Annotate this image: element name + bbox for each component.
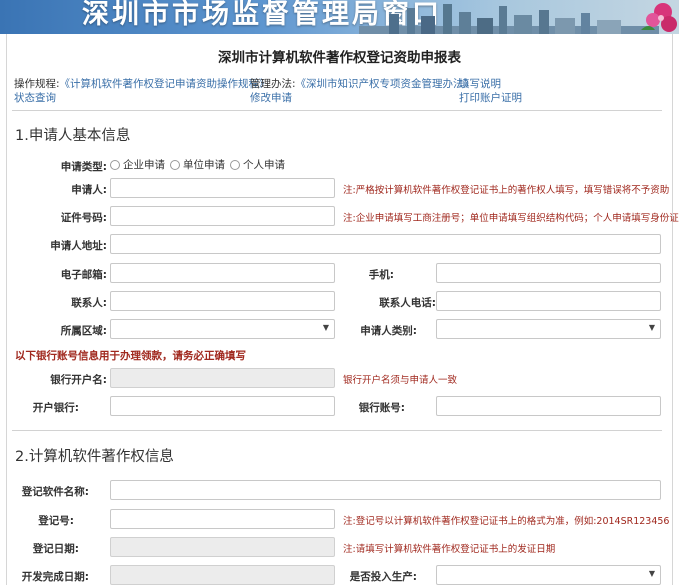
apply-type-label: 申请类型: — [60, 161, 107, 173]
section-software-title: 2.计算机软件著作权信息 — [15, 449, 174, 465]
software-name-label: 登记软件名称: — [21, 486, 89, 498]
flower-image — [641, 3, 677, 32]
fill-guide-link[interactable]: 填写说明 — [459, 76, 501, 91]
status-query-link[interactable]: 状态查询 — [14, 90, 56, 105]
page-title: 深圳市计算机软件著作权登记资助申报表 — [218, 50, 461, 66]
reg-number-hint: 注:登记号以计算机软件著作权登记证书上的格式为准，例如:2014SR123456 — [343, 516, 670, 527]
contact-label: 联系人: — [71, 297, 107, 309]
radio-enterprise-label: 企业申请 — [123, 159, 165, 171]
header-banner: 深圳市市场监督管理局窗口 — [0, 0, 679, 34]
region-select[interactable]: ▼ — [110, 319, 335, 339]
city-skyline-image — [359, 4, 659, 34]
applicant-category-label: 申请人类别: — [360, 325, 417, 337]
dev-date-label: 开发完成日期: — [21, 571, 89, 583]
cert-number-hint: 注:企业申请填写工商注册号；单位申请填写组织结构代码；个人申请填写身份证号码 — [343, 213, 679, 224]
chevron-down-icon: ▼ — [648, 569, 655, 578]
bank-account-name-label: 银行开户名: — [50, 374, 107, 386]
reg-date-input[interactable] — [110, 537, 335, 557]
address-input[interactable] — [110, 234, 661, 254]
section-applicant-title: 1.申请人基本信息 — [15, 128, 131, 144]
email-input[interactable] — [110, 263, 335, 283]
account-number-input[interactable] — [436, 396, 661, 416]
radio-institution[interactable]: 单位申请 — [170, 157, 225, 172]
cert-number-input[interactable] — [110, 206, 335, 226]
radio-icon[interactable] — [230, 159, 240, 170]
account-number-label: 银行账号: — [358, 402, 405, 414]
print-account-link[interactable]: 打印账户证明 — [459, 90, 522, 105]
procedure-label: 操作规程: — [14, 78, 60, 90]
reg-date-label: 登记日期: — [32, 543, 79, 555]
procedure-info: 操作规程:《计算机软件著作权登记申请资助操作规程》 — [14, 76, 270, 91]
modify-application-link[interactable]: 修改申请 — [250, 90, 292, 105]
dev-date-input[interactable] — [110, 565, 335, 585]
radio-icon[interactable] — [170, 159, 180, 170]
measures-label: 管理办法: — [250, 78, 296, 90]
procedure-link[interactable]: 《计算机软件著作权登记申请资助操作规程》 — [60, 78, 270, 90]
bank-account-name-input[interactable] — [110, 368, 335, 388]
address-label: 申请人地址: — [50, 240, 107, 252]
measures-info: 管理办法:《深圳市知识产权专项资金管理办法》 — [250, 76, 474, 91]
divider — [12, 430, 662, 431]
measures-link[interactable]: 《深圳市知识产权专项资金管理办法》 — [296, 78, 475, 90]
cert-number-label: 证件号码: — [60, 212, 107, 224]
mobile-input[interactable] — [436, 263, 661, 283]
reg-number-label: 登记号: — [38, 515, 74, 527]
contact-input[interactable] — [110, 291, 335, 311]
applicant-input[interactable] — [110, 178, 335, 198]
chevron-down-icon: ▼ — [322, 323, 329, 332]
region-label: 所属区域: — [60, 325, 107, 337]
applicant-hint: 注:严格按计算机软件著作权登记证书上的著作权人填写，填写错误将不予资助 — [343, 185, 670, 196]
bank-label: 开户银行: — [32, 402, 79, 414]
reg-number-input[interactable] — [110, 509, 335, 529]
bank-notice: 以下银行账号信息用于办理领款，请务必正确填写 — [15, 350, 246, 362]
applicant-label: 申请人: — [71, 184, 107, 196]
chevron-down-icon: ▼ — [648, 323, 655, 332]
contact-phone-label: 联系人电话: — [379, 297, 436, 309]
radio-enterprise[interactable]: 企业申请 — [110, 157, 165, 172]
bank-account-name-hint: 银行开户名须与申请人一致 — [343, 375, 458, 386]
contact-phone-input[interactable] — [436, 291, 661, 311]
production-select[interactable]: ▼ — [436, 565, 661, 585]
radio-institution-label: 单位申请 — [183, 159, 225, 171]
divider — [12, 110, 662, 111]
bank-input[interactable] — [110, 396, 335, 416]
radio-individual[interactable]: 个人申请 — [230, 157, 285, 172]
reg-date-hint: 注:请填写计算机软件著作权登记证书上的发证日期 — [343, 544, 556, 555]
radio-individual-label: 个人申请 — [243, 159, 285, 171]
production-label: 是否投入生产: — [349, 571, 417, 583]
apply-type-radio-group: 企业申请 单位申请 个人申请 — [110, 157, 290, 172]
email-label: 电子邮箱: — [60, 269, 107, 281]
mobile-label: 手机: — [368, 269, 394, 281]
software-name-input[interactable] — [110, 480, 661, 500]
radio-icon[interactable] — [110, 159, 120, 170]
applicant-category-select[interactable]: ▼ — [436, 319, 661, 339]
